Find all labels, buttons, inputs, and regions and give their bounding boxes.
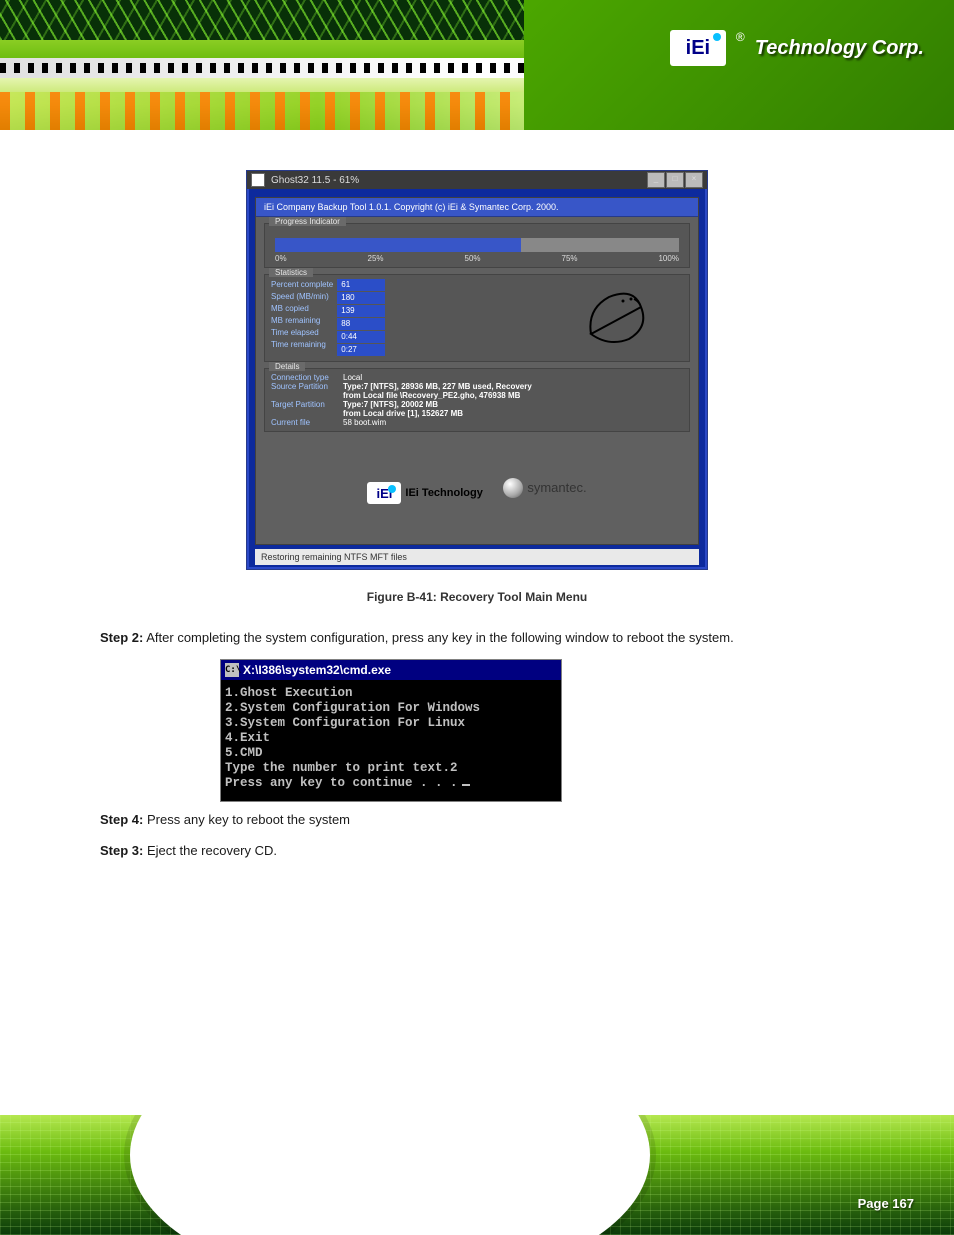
stat-val-time-remaining: 0:27 (337, 344, 385, 356)
detail-val-cur: 58 boot.wim (343, 418, 386, 427)
tick-100: 100% (658, 254, 678, 263)
cmd-line-6: Type the number to print text.2 (225, 761, 557, 776)
stat-val-copied: 139 (337, 305, 385, 317)
ghost-details-section: Details Connection typeLocal Source Part… (264, 368, 690, 432)
progress-fill (275, 238, 521, 252)
page-footer: Page 167 (0, 1115, 954, 1235)
page-header: iEi ® Technology Corp. (0, 0, 954, 130)
cmd-line-2: 2.System Configuration For Windows (225, 701, 557, 716)
ghost-frame: iEi Company Backup Tool 1.0.1. Copyright… (255, 197, 699, 545)
ghost-footer-symantec: symantec. (503, 478, 586, 498)
step-4-label: Step 4: (100, 812, 143, 827)
detail-label-tgt: Target Partition (271, 400, 343, 409)
cmd-line-4: 4.Exit (225, 731, 557, 746)
ghost-mascot-icon (579, 279, 659, 349)
stat-label-copied: MB copied (271, 303, 333, 315)
detail-val-tgt2: from Local drive [1], 152627 MB (343, 409, 463, 418)
tick-50: 50% (465, 254, 481, 263)
iei-tech-text: IEi Technology (405, 487, 482, 499)
stat-val-elapsed: 0:44 (337, 331, 385, 343)
detail-val-tgt1: Type:7 [NTFS], 20002 MB (343, 400, 438, 409)
tick-25: 25% (368, 254, 384, 263)
cmd-titlebar: C:\ X:\I386\system32\cmd.exe (221, 660, 561, 680)
stat-label-time-remaining: Time remaining (271, 339, 333, 351)
detail-val-src1: Type:7 [NTFS], 28936 MB, 227 MB used, Re… (343, 382, 532, 391)
progress-ticks: 0% 25% 50% 75% 100% (275, 254, 679, 263)
step-3-text-line: Step 3: Eject the recovery CD. (100, 841, 854, 862)
cmd-line-7: Press any key to continue . . . (225, 776, 557, 791)
ghost-footer-brands: iEi IEi Technology symantec. (256, 478, 698, 505)
ghost-status-bar: Restoring remaining NTFS MFT files (255, 549, 699, 565)
brand-registered: ® (736, 30, 745, 44)
close-button[interactable]: × (685, 172, 703, 188)
ghost-titlebar: Ghost32 11.5 - 61% _ □ × (247, 171, 707, 189)
ghost-progress-section: Progress Indicator 0% 25% 50% 75% 100% (264, 223, 690, 268)
stat-val-percent: 61 (337, 279, 385, 291)
minimize-button[interactable]: _ (647, 172, 665, 188)
step-3-desc: Eject the recovery CD. (147, 843, 277, 858)
ghost-details-tab: Details (269, 362, 305, 371)
brand-logo-text: iEi (686, 37, 710, 60)
ghost32-window: Ghost32 11.5 - 61% _ □ × iEi Company Bac… (246, 170, 708, 570)
step-3-label: Step 3: (100, 843, 143, 858)
symantec-text: symantec. (527, 480, 586, 495)
cmd-line-1: 1.Ghost Execution (225, 686, 557, 701)
stat-label-remaining: MB remaining (271, 315, 333, 327)
stat-val-speed: 180 (337, 292, 385, 304)
ghost-stats-section: Statistics Percent complete Speed (MB/mi… (264, 274, 690, 362)
page-content: Ghost32 11.5 - 61% _ □ × iEi Company Bac… (60, 150, 894, 871)
maximize-button[interactable]: □ (666, 172, 684, 188)
progress-track (275, 238, 679, 252)
tick-0: 0% (275, 254, 287, 263)
figure-41-caption: Figure B-41: Recovery Tool Main Menu (60, 590, 894, 604)
brand-logo-icon: iEi (670, 30, 726, 66)
cmd-app-icon: C:\ (225, 663, 239, 677)
ghost-header-text: iEi Company Backup Tool 1.0.1. Copyright… (256, 198, 698, 217)
iei-logo-icon: iEi (367, 482, 401, 504)
detail-label-cur: Current file (271, 418, 343, 427)
ghost-window-title: Ghost32 11.5 - 61% (271, 175, 359, 186)
step-2-desc: After completing the system configuratio… (146, 630, 733, 645)
cmd-window: C:\ X:\I386\system32\cmd.exe 1.Ghost Exe… (220, 659, 562, 802)
step-2-text: Step 2: After completing the system conf… (100, 628, 854, 649)
ghost-footer-iei: iEi IEi Technology (367, 482, 482, 504)
detail-label-src: Source Partition (271, 382, 343, 391)
ghost-progress-tab: Progress Indicator (269, 217, 346, 226)
brand-name: Technology Corp. (755, 37, 924, 60)
detail-val-conn: Local (343, 373, 362, 382)
ghost-stats-table: Percent complete Speed (MB/min) MB copie… (271, 279, 385, 357)
symantec-icon (503, 478, 523, 498)
cmd-title: X:\I386\system32\cmd.exe (243, 663, 391, 677)
brand-logo-dot (713, 33, 721, 41)
tick-75: 75% (562, 254, 578, 263)
ghost-titlebar-buttons: _ □ × (646, 172, 703, 188)
stat-label-percent: Percent complete (271, 279, 333, 291)
page-number: Page 167 (858, 1196, 914, 1211)
step-2-label: Step 2: (100, 630, 143, 645)
cmd-line-3: 3.System Configuration For Linux (225, 716, 557, 731)
ghost-stats-tab: Statistics (269, 268, 313, 277)
detail-val-src2: from Local file \Recovery_PE2.gho, 47693… (343, 391, 520, 400)
cmd-cursor (462, 784, 470, 786)
detail-label-conn: Connection type (271, 373, 343, 382)
cmd-line-7-text: Press any key to continue . . . (225, 776, 458, 790)
header-circuit-art (0, 0, 560, 40)
stat-label-elapsed: Time elapsed (271, 327, 333, 339)
stat-val-remaining: 88 (337, 318, 385, 330)
step-4-desc: Press any key to reboot the system (147, 812, 350, 827)
brand-logo-block: iEi ® Technology Corp. (670, 30, 924, 66)
step-4-text-line: Step 4: Press any key to reboot the syst… (100, 810, 854, 831)
footer-swoop (130, 1115, 650, 1235)
cmd-output: 1.Ghost Execution 2.System Configuration… (221, 680, 561, 801)
cmd-line-5: 5.CMD (225, 746, 557, 761)
stat-label-speed: Speed (MB/min) (271, 291, 333, 303)
ghost-app-icon (251, 173, 265, 187)
